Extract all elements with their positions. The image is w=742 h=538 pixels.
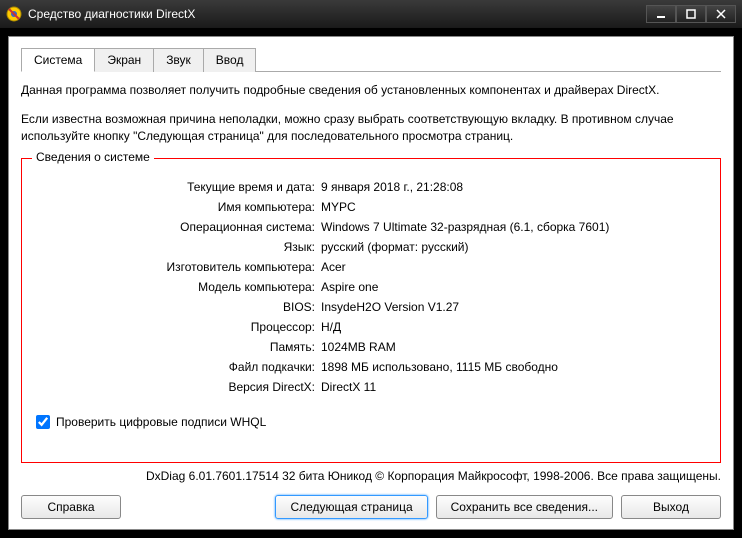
system-info-group: Сведения о системе Текущие время и дата:… <box>21 158 721 463</box>
value-pagefile: 1898 МБ использовано, 1115 МБ свободно <box>321 357 706 377</box>
content-outer: Система Экран Звук Ввод Данная программа… <box>0 28 742 538</box>
value-processor: Н/Д <box>321 317 706 337</box>
tab-strip: Система Экран Звук Ввод <box>21 47 721 72</box>
value-bios: InsydeH2O Version V1.27 <box>321 297 706 317</box>
help-button[interactable]: Справка <box>21 495 121 519</box>
value-memory: 1024MB RAM <box>321 337 706 357</box>
intro-text-2: Если известна возможная причина неполадк… <box>21 111 721 145</box>
next-page-button[interactable]: Следующая страница <box>275 495 427 519</box>
value-manufacturer: Acer <box>321 257 706 277</box>
row-processor: Процессор: Н/Д <box>36 317 706 337</box>
value-model: Aspire one <box>321 277 706 297</box>
minimize-button[interactable] <box>646 5 676 23</box>
row-directx: Версия DirectX: DirectX 11 <box>36 377 706 397</box>
titlebar: Средство диагностики DirectX <box>0 0 742 28</box>
content: Система Экран Звук Ввод Данная программа… <box>8 36 734 530</box>
value-directx: DirectX 11 <box>321 377 706 397</box>
window-title: Средство диагностики DirectX <box>28 7 646 21</box>
row-model: Модель компьютера: Aspire one <box>36 277 706 297</box>
label-computer-name: Имя компьютера: <box>36 197 321 217</box>
window: Средство диагностики DirectX Система Экр… <box>0 0 742 538</box>
app-icon <box>6 6 22 22</box>
row-language: Язык: русский (формат: русский) <box>36 237 706 257</box>
button-bar: Справка Следующая страница Сохранить все… <box>21 491 721 519</box>
tab-display[interactable]: Экран <box>94 48 154 72</box>
row-bios: BIOS: InsydeH2O Version V1.27 <box>36 297 706 317</box>
label-language: Язык: <box>36 237 321 257</box>
tab-sound[interactable]: Звук <box>153 48 204 72</box>
close-button[interactable] <box>706 5 736 23</box>
tab-system[interactable]: Система <box>21 48 95 72</box>
footer-copyright: DxDiag 6.01.7601.17514 32 бита Юникод © … <box>21 469 721 483</box>
window-controls <box>646 5 736 23</box>
whql-label: Проверить цифровые подписи WHQL <box>56 415 266 429</box>
value-os: Windows 7 Ultimate 32-разрядная (6.1, сб… <box>321 217 706 237</box>
whql-checkbox[interactable] <box>36 415 50 429</box>
row-manufacturer: Изготовитель компьютера: Acer <box>36 257 706 277</box>
row-memory: Память: 1024MB RAM <box>36 337 706 357</box>
value-computer-name: MYPC <box>321 197 706 217</box>
label-datetime: Текущие время и дата: <box>36 177 321 197</box>
row-pagefile: Файл подкачки: 1898 МБ использовано, 111… <box>36 357 706 377</box>
system-info-legend: Сведения о системе <box>32 150 154 164</box>
info-rows: Текущие время и дата: 9 января 2018 г., … <box>36 177 706 397</box>
row-os: Операционная система: Windows 7 Ultimate… <box>36 217 706 237</box>
label-bios: BIOS: <box>36 297 321 317</box>
intro-text-1: Данная программа позволяет получить подр… <box>21 82 721 99</box>
row-datetime: Текущие время и дата: 9 января 2018 г., … <box>36 177 706 197</box>
label-processor: Процессор: <box>36 317 321 337</box>
label-pagefile: Файл подкачки: <box>36 357 321 377</box>
label-model: Модель компьютера: <box>36 277 321 297</box>
save-all-button[interactable]: Сохранить все сведения... <box>436 495 613 519</box>
label-manufacturer: Изготовитель компьютера: <box>36 257 321 277</box>
row-computer-name: Имя компьютера: MYPC <box>36 197 706 217</box>
tab-input[interactable]: Ввод <box>203 48 257 72</box>
label-directx: Версия DirectX: <box>36 377 321 397</box>
value-datetime: 9 января 2018 г., 21:28:08 <box>321 177 706 197</box>
value-language: русский (формат: русский) <box>321 237 706 257</box>
label-memory: Память: <box>36 337 321 357</box>
maximize-button[interactable] <box>676 5 706 23</box>
whql-row: Проверить цифровые подписи WHQL <box>36 415 706 429</box>
label-os: Операционная система: <box>36 217 321 237</box>
exit-button[interactable]: Выход <box>621 495 721 519</box>
